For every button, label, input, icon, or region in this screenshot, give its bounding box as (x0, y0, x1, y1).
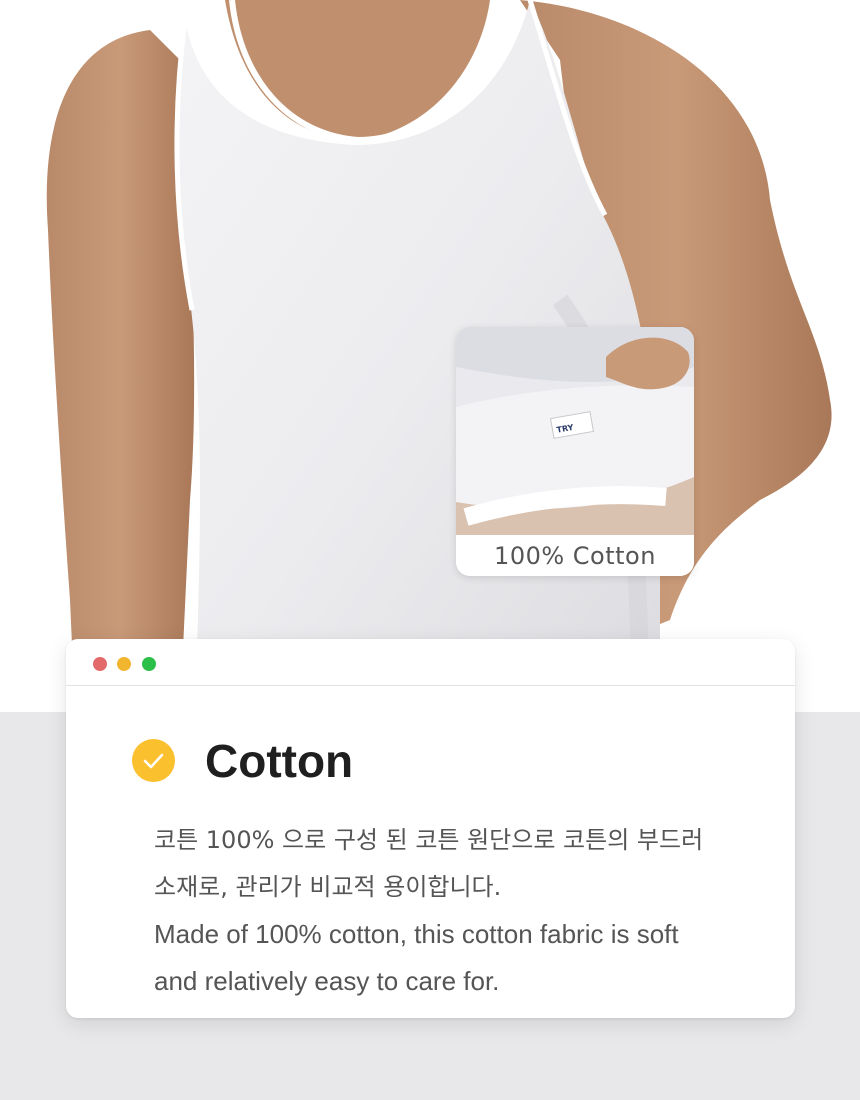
feature-card: Cotton 코튼 100% 으로 구성 된 코튼 원단으로 코튼의 부드러 소… (66, 639, 795, 1018)
description-line-korean-1: 코튼 100% 으로 구성 된 코튼 원단으로 코튼의 부드러 (154, 826, 704, 854)
check-circle-icon (132, 739, 175, 782)
fabric-closeup-image: TRY (456, 327, 694, 537)
tank-top-model-image (46, 0, 832, 712)
feature-title: Cotton (205, 735, 354, 787)
green-dot-icon (142, 657, 156, 671)
window-title-bar (66, 639, 795, 686)
yellow-dot-icon (117, 657, 131, 671)
feature-description: 코튼 100% 으로 구성 된 코튼 원단으로 코튼의 부드러 소재로, 관리가… (154, 817, 754, 1005)
inset-caption: 100% Cotton (456, 535, 694, 576)
description-line-korean-2: 소재로, 관리가 비교적 용이합니다. (154, 873, 502, 901)
description-line-english-2: and relatively easy to care for. (154, 966, 500, 996)
description-line-english-1: Made of 100% cotton, this cotton fabric … (154, 919, 679, 949)
product-photo (0, 0, 860, 712)
fabric-detail-inset: TRY 100% Cotton (456, 327, 694, 576)
red-dot-icon (93, 657, 107, 671)
